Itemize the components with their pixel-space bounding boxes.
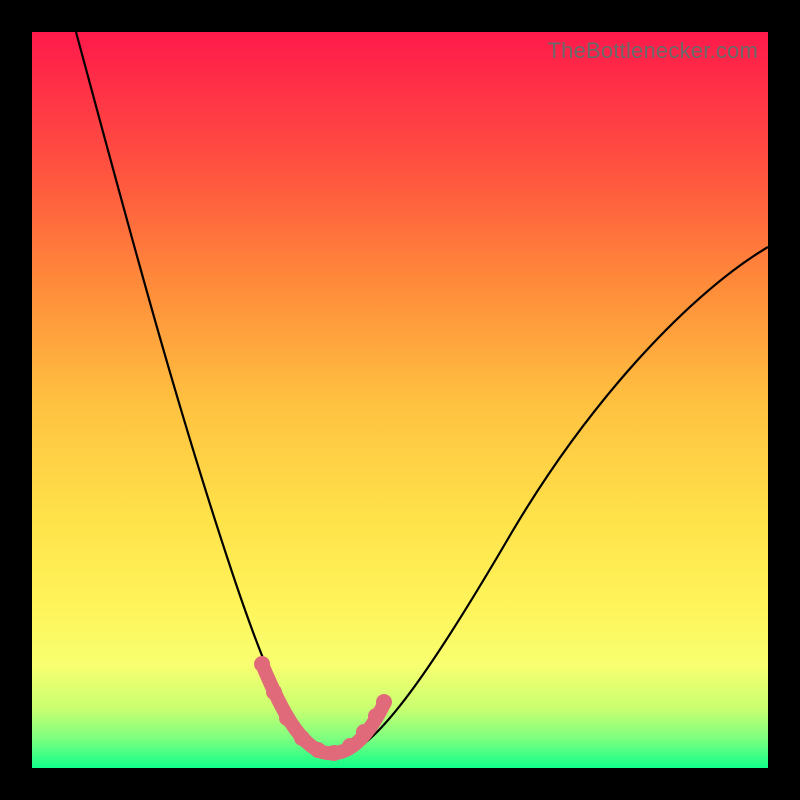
optimal-range-highlight: [254, 656, 392, 761]
optimal-dot: [356, 724, 372, 740]
bottleneck-curve: [76, 32, 768, 755]
optimal-dot: [368, 708, 384, 724]
optimal-dot: [294, 730, 310, 746]
optimal-dot: [342, 738, 358, 754]
optimal-dot: [310, 742, 326, 758]
chart-frame: TheBottlenecker.com: [0, 0, 800, 800]
optimal-dot: [279, 710, 295, 726]
optimal-dot: [254, 656, 270, 672]
optimal-dot: [266, 684, 282, 700]
optimal-range-path: [262, 664, 384, 753]
curve-layer: [32, 32, 768, 768]
optimal-dot: [376, 694, 392, 710]
optimal-dot: [326, 745, 342, 761]
plot-area: TheBottlenecker.com: [32, 32, 768, 768]
